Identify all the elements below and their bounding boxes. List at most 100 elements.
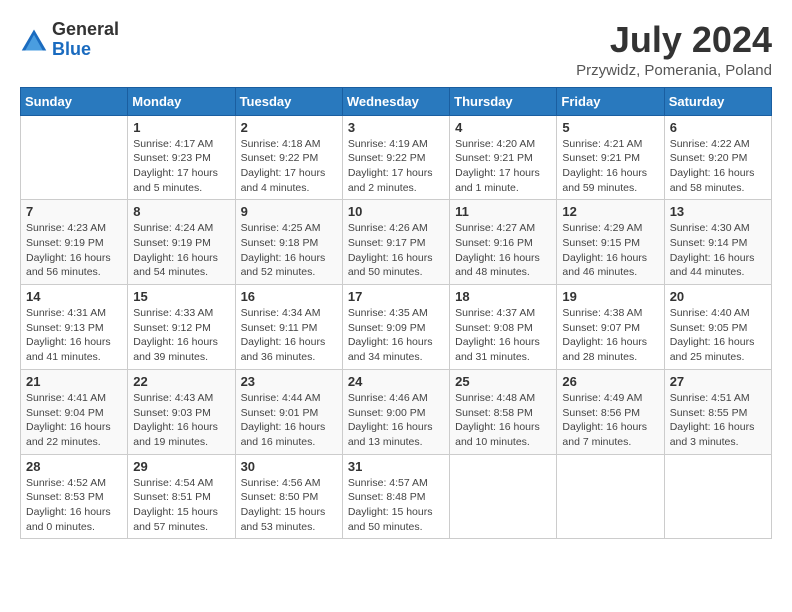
calendar-cell [450,454,557,539]
day-number: 4 [455,120,551,135]
calendar-cell: 11 Sunrise: 4:27 AM Sunset: 9:16 PM Dayli… [450,200,557,285]
location-subtitle: Przywidz, Pomerania, Poland [576,62,772,79]
day-info: Sunrise: 4:41 AM Sunset: 9:04 PM Dayligh… [26,391,122,450]
calendar-cell: 24 Sunrise: 4:46 AM Sunset: 9:00 PM Dayli… [342,369,449,454]
page-header: General Blue July 2024 Przywidz, Pomeran… [20,20,772,79]
day-number: 6 [670,120,766,135]
day-info: Sunrise: 4:54 AM Sunset: 8:51 PM Dayligh… [133,476,229,535]
day-number: 24 [348,374,444,389]
column-header-tuesday: Tuesday [235,87,342,115]
calendar-cell: 6Sunrise: 4:22 AM Sunset: 9:20 PM Daylig… [664,115,771,200]
calendar-cell: 5 Sunrise: 4:21 AM Sunset: 9:21 PM Daylig… [557,115,664,200]
day-info: Sunrise: 4:35 AM Sunset: 9:09 PM Dayligh… [348,306,444,365]
calendar-cell [664,454,771,539]
calendar-cell: 10Sunrise: 4:26 AM Sunset: 9:17 PM Dayli… [342,200,449,285]
day-number: 27 [670,374,766,389]
calendar-cell: 13 Sunrise: 4:30 AM Sunset: 9:14 PM Dayli… [664,200,771,285]
day-number: 9 [241,204,337,219]
day-info: Sunrise: 4:40 AM Sunset: 9:05 PM Dayligh… [670,306,766,365]
day-info: Sunrise: 4:21 AM Sunset: 9:21 PM Dayligh… [562,137,658,196]
day-info: Sunrise: 4:19 AM Sunset: 9:22 PM Dayligh… [348,137,444,196]
calendar-cell: 12 Sunrise: 4:29 AM Sunset: 9:15 PM Dayli… [557,200,664,285]
day-info: Sunrise: 4:52 AM Sunset: 8:53 PM Dayligh… [26,476,122,535]
day-number: 26 [562,374,658,389]
day-info: Sunrise: 4:57 AM Sunset: 8:48 PM Dayligh… [348,476,444,535]
day-number: 13 [670,204,766,219]
calendar-week-row: 14 Sunrise: 4:31 AM Sunset: 9:13 PM Dayli… [21,285,772,370]
day-number: 23 [241,374,337,389]
day-number: 1 [133,120,229,135]
day-info: Sunrise: 4:34 AM Sunset: 9:11 PM Dayligh… [241,306,337,365]
day-info: Sunrise: 4:26 AM Sunset: 9:17 PM Dayligh… [348,221,444,280]
calendar-cell: 8Sunrise: 4:24 AM Sunset: 9:19 PM Daylig… [128,200,235,285]
calendar-cell: 31 Sunrise: 4:57 AM Sunset: 8:48 PM Dayli… [342,454,449,539]
day-number: 31 [348,459,444,474]
logo-icon [20,26,48,54]
calendar-cell: 27Sunrise: 4:51 AM Sunset: 8:55 PM Dayli… [664,369,771,454]
day-number: 5 [562,120,658,135]
calendar-cell: 19 Sunrise: 4:38 AM Sunset: 9:07 PM Dayli… [557,285,664,370]
calendar-cell: 21 Sunrise: 4:41 AM Sunset: 9:04 PM Dayli… [21,369,128,454]
calendar-cell: 22 Sunrise: 4:43 AM Sunset: 9:03 PM Dayli… [128,369,235,454]
day-info: Sunrise: 4:30 AM Sunset: 9:14 PM Dayligh… [670,221,766,280]
day-number: 25 [455,374,551,389]
day-number: 16 [241,289,337,304]
calendar-cell: 3 Sunrise: 4:19 AM Sunset: 9:22 PM Daylig… [342,115,449,200]
calendar-week-row: 28 Sunrise: 4:52 AM Sunset: 8:53 PM Dayli… [21,454,772,539]
day-number: 19 [562,289,658,304]
day-info: Sunrise: 4:24 AM Sunset: 9:19 PM Dayligh… [133,221,229,280]
day-number: 21 [26,374,122,389]
calendar-cell: 1Sunrise: 4:17 AM Sunset: 9:23 PM Daylig… [128,115,235,200]
logo: General Blue [20,20,119,60]
logo-blue: Blue [52,39,91,59]
calendar-table: SundayMondayTuesdayWednesdayThursdayFrid… [20,87,772,540]
logo-general: General [52,19,119,39]
month-year-title: July 2024 [576,20,772,60]
calendar-cell: 15Sunrise: 4:33 AM Sunset: 9:12 PM Dayli… [128,285,235,370]
day-info: Sunrise: 4:48 AM Sunset: 8:58 PM Dayligh… [455,391,551,450]
day-info: Sunrise: 4:29 AM Sunset: 9:15 PM Dayligh… [562,221,658,280]
day-number: 28 [26,459,122,474]
day-info: Sunrise: 4:31 AM Sunset: 9:13 PM Dayligh… [26,306,122,365]
calendar-cell: 2Sunrise: 4:18 AM Sunset: 9:22 PM Daylig… [235,115,342,200]
calendar-cell: 4Sunrise: 4:20 AM Sunset: 9:21 PM Daylig… [450,115,557,200]
calendar-cell: 18 Sunrise: 4:37 AM Sunset: 9:08 PM Dayli… [450,285,557,370]
day-info: Sunrise: 4:23 AM Sunset: 9:19 PM Dayligh… [26,221,122,280]
column-header-wednesday: Wednesday [342,87,449,115]
day-info: Sunrise: 4:49 AM Sunset: 8:56 PM Dayligh… [562,391,658,450]
day-info: Sunrise: 4:25 AM Sunset: 9:18 PM Dayligh… [241,221,337,280]
day-number: 20 [670,289,766,304]
day-number: 17 [348,289,444,304]
day-number: 30 [241,459,337,474]
day-info: Sunrise: 4:18 AM Sunset: 9:22 PM Dayligh… [241,137,337,196]
day-info: Sunrise: 4:44 AM Sunset: 9:01 PM Dayligh… [241,391,337,450]
calendar-week-row: 21 Sunrise: 4:41 AM Sunset: 9:04 PM Dayli… [21,369,772,454]
day-number: 11 [455,204,551,219]
calendar-cell: 20 Sunrise: 4:40 AM Sunset: 9:05 PM Dayli… [664,285,771,370]
day-info: Sunrise: 4:43 AM Sunset: 9:03 PM Dayligh… [133,391,229,450]
day-info: Sunrise: 4:38 AM Sunset: 9:07 PM Dayligh… [562,306,658,365]
calendar-cell: 7Sunrise: 4:23 AM Sunset: 9:19 PM Daylig… [21,200,128,285]
day-number: 22 [133,374,229,389]
day-number: 3 [348,120,444,135]
calendar-week-row: 1Sunrise: 4:17 AM Sunset: 9:23 PM Daylig… [21,115,772,200]
day-number: 18 [455,289,551,304]
day-info: Sunrise: 4:46 AM Sunset: 9:00 PM Dayligh… [348,391,444,450]
column-header-saturday: Saturday [664,87,771,115]
day-info: Sunrise: 4:56 AM Sunset: 8:50 PM Dayligh… [241,476,337,535]
calendar-cell: 25 Sunrise: 4:48 AM Sunset: 8:58 PM Dayli… [450,369,557,454]
calendar-cell: 26 Sunrise: 4:49 AM Sunset: 8:56 PM Dayli… [557,369,664,454]
day-number: 14 [26,289,122,304]
day-number: 12 [562,204,658,219]
calendar-cell: 17 Sunrise: 4:35 AM Sunset: 9:09 PM Dayli… [342,285,449,370]
column-header-sunday: Sunday [21,87,128,115]
day-info: Sunrise: 4:33 AM Sunset: 9:12 PM Dayligh… [133,306,229,365]
calendar-cell: 28 Sunrise: 4:52 AM Sunset: 8:53 PM Dayli… [21,454,128,539]
day-info: Sunrise: 4:37 AM Sunset: 9:08 PM Dayligh… [455,306,551,365]
logo-text: General Blue [52,20,119,60]
calendar-week-row: 7Sunrise: 4:23 AM Sunset: 9:19 PM Daylig… [21,200,772,285]
day-info: Sunrise: 4:27 AM Sunset: 9:16 PM Dayligh… [455,221,551,280]
calendar-cell [21,115,128,200]
calendar-cell: 16 Sunrise: 4:34 AM Sunset: 9:11 PM Dayli… [235,285,342,370]
calendar-cell: 9 Sunrise: 4:25 AM Sunset: 9:18 PM Daylig… [235,200,342,285]
